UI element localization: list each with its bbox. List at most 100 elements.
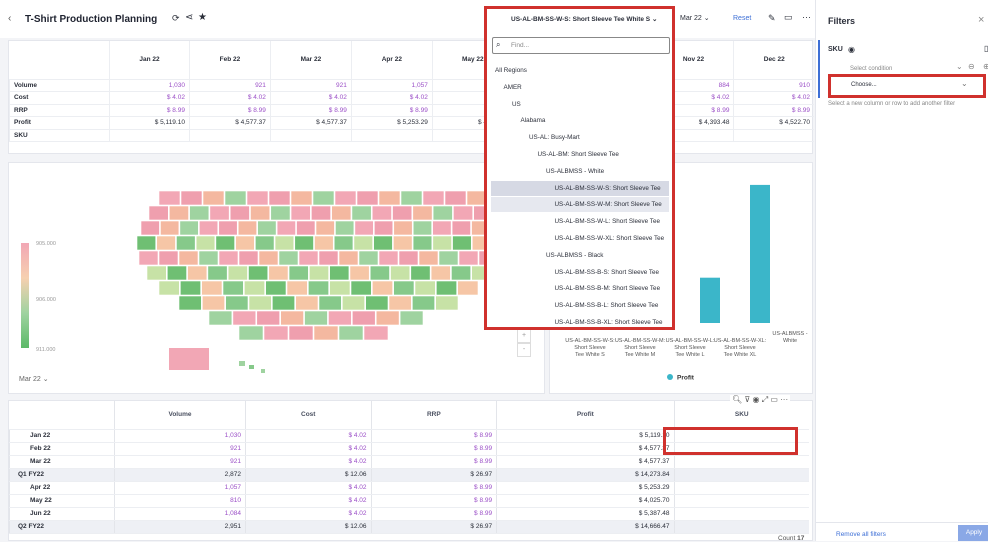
dropdown-item[interactable]: All Regions xyxy=(491,63,669,78)
table-cell[interactable]: $ 8.99 xyxy=(370,429,497,443)
map-state[interactable] xyxy=(158,190,181,206)
map-state[interactable] xyxy=(288,265,309,281)
dropdown-item[interactable]: US-AL-BM-SS-B-S: Short Sleeve Tee xyxy=(491,265,669,280)
map-state[interactable] xyxy=(202,190,225,206)
map-state[interactable] xyxy=(334,190,357,206)
map-state[interactable] xyxy=(372,280,393,296)
table-cell[interactable] xyxy=(188,129,271,142)
zoom-out-button[interactable]: - xyxy=(517,343,531,357)
map-state[interactable] xyxy=(208,310,233,326)
map-state[interactable] xyxy=(199,220,219,236)
map-state[interactable] xyxy=(328,310,352,326)
map-month-select[interactable]: Mar 22 ⌄ xyxy=(19,375,49,383)
map-state[interactable] xyxy=(225,295,249,311)
map-state[interactable] xyxy=(315,220,335,236)
map-state[interactable] xyxy=(198,250,219,266)
table-cell[interactable]: $ 4,577.37 xyxy=(496,455,674,469)
map-state[interactable] xyxy=(318,250,339,266)
map-state[interactable] xyxy=(166,265,187,281)
table-cell[interactable]: $ 4,577.37 xyxy=(269,116,352,130)
table-cell[interactable]: $ 8.99 xyxy=(188,104,271,117)
map-state[interactable] xyxy=(393,280,415,296)
map-state[interactable] xyxy=(350,280,372,296)
column-header[interactable]: Jan 22 xyxy=(109,41,190,80)
table-cell[interactable]: 1,030 xyxy=(109,79,190,92)
map-state[interactable] xyxy=(268,190,291,206)
trash-icon[interactable]: ▯ xyxy=(984,44,988,53)
table-cell[interactable]: $ 14,273.84 xyxy=(496,468,674,482)
table-cell[interactable]: $ 4,025.70 xyxy=(496,494,674,508)
map-state[interactable] xyxy=(369,265,390,281)
column-header[interactable]: SKU xyxy=(673,401,809,430)
view-icon[interactable]: ◉ xyxy=(752,395,759,404)
map-state[interactable] xyxy=(338,325,364,341)
map-state[interactable] xyxy=(138,250,159,266)
map-state[interactable] xyxy=(189,205,210,221)
table-cell[interactable]: $ 8.99 xyxy=(370,507,497,521)
table-cell[interactable]: $ 4,522.70 xyxy=(733,116,814,130)
map-state[interactable] xyxy=(412,205,433,221)
map-state[interactable] xyxy=(158,250,179,266)
map-state[interactable] xyxy=(374,220,394,236)
sku-cell[interactable] xyxy=(673,481,809,495)
map-state[interactable] xyxy=(444,190,467,206)
remove-all-filters-button[interactable]: Remove all filters xyxy=(836,531,886,538)
map-state[interactable] xyxy=(148,205,169,221)
table-cell[interactable]: $ 5,253.29 xyxy=(496,481,674,495)
map-state[interactable] xyxy=(422,190,445,206)
map-state[interactable] xyxy=(168,205,189,221)
map-state[interactable] xyxy=(160,220,180,236)
map-state[interactable] xyxy=(412,220,432,236)
map-state[interactable] xyxy=(313,325,339,341)
more-icon[interactable]: ··· xyxy=(802,12,811,22)
expand-icon[interactable]: ⤢ xyxy=(762,395,768,404)
zoom-in-button[interactable]: + xyxy=(517,329,531,343)
table-cell[interactable]: $ 4.02 xyxy=(244,429,372,443)
map-state[interactable] xyxy=(353,235,373,251)
table-cell[interactable]: $ 4.02 xyxy=(733,91,814,105)
apply-button[interactable]: Apply xyxy=(958,525,988,541)
table-cell[interactable]: 910 xyxy=(733,79,814,92)
table-cell[interactable]: $ 4.02 xyxy=(244,507,372,521)
map-state[interactable] xyxy=(452,235,472,251)
table-cell[interactable]: $ 12.06 xyxy=(244,520,372,534)
map-state[interactable] xyxy=(239,361,245,366)
edit-icon[interactable]: ✎ xyxy=(768,13,776,24)
map-state[interactable] xyxy=(318,295,342,311)
map-state[interactable] xyxy=(329,280,351,296)
table-cell[interactable]: $ 12.06 xyxy=(244,468,372,482)
remove-icon[interactable]: ⊖ xyxy=(968,62,975,71)
map-state[interactable] xyxy=(209,205,230,221)
sku-cell[interactable] xyxy=(673,494,809,508)
map-state[interactable] xyxy=(365,295,389,311)
table-cell[interactable]: $ 8.99 xyxy=(370,455,497,469)
map-state[interactable] xyxy=(294,235,314,251)
map-state[interactable] xyxy=(258,250,279,266)
table-cell[interactable]: $ 4.02 xyxy=(109,91,190,105)
map-state[interactable] xyxy=(430,265,451,281)
table-cell[interactable]: $ 4.02 xyxy=(244,481,372,495)
map-state[interactable] xyxy=(296,220,316,236)
comment-icon[interactable]: ▭ xyxy=(784,12,793,23)
table-cell[interactable]: 1,084 xyxy=(114,507,246,521)
map-state[interactable] xyxy=(438,250,459,266)
map-state[interactable] xyxy=(237,220,257,236)
map-state[interactable] xyxy=(227,265,248,281)
table-cell[interactable] xyxy=(733,129,814,142)
map-state[interactable] xyxy=(261,369,265,373)
table-cell[interactable]: 921 xyxy=(114,442,246,456)
map-state[interactable] xyxy=(235,235,255,251)
table-cell[interactable]: $ 5,119.10 xyxy=(496,429,674,443)
column-header[interactable]: Profit xyxy=(496,401,674,430)
table-cell[interactable]: 921 xyxy=(188,79,271,92)
map-state[interactable] xyxy=(399,310,424,326)
column-header[interactable]: Cost xyxy=(244,401,372,430)
map-state[interactable] xyxy=(280,310,304,326)
dropdown-search-input[interactable]: ⌕ Find... xyxy=(492,37,670,54)
map-state[interactable] xyxy=(349,265,370,281)
map-state[interactable] xyxy=(393,235,413,251)
map-state[interactable] xyxy=(178,250,199,266)
map-state[interactable] xyxy=(180,190,203,206)
map-state[interactable] xyxy=(412,295,435,311)
column-header[interactable]: Apr 22 xyxy=(350,41,433,80)
